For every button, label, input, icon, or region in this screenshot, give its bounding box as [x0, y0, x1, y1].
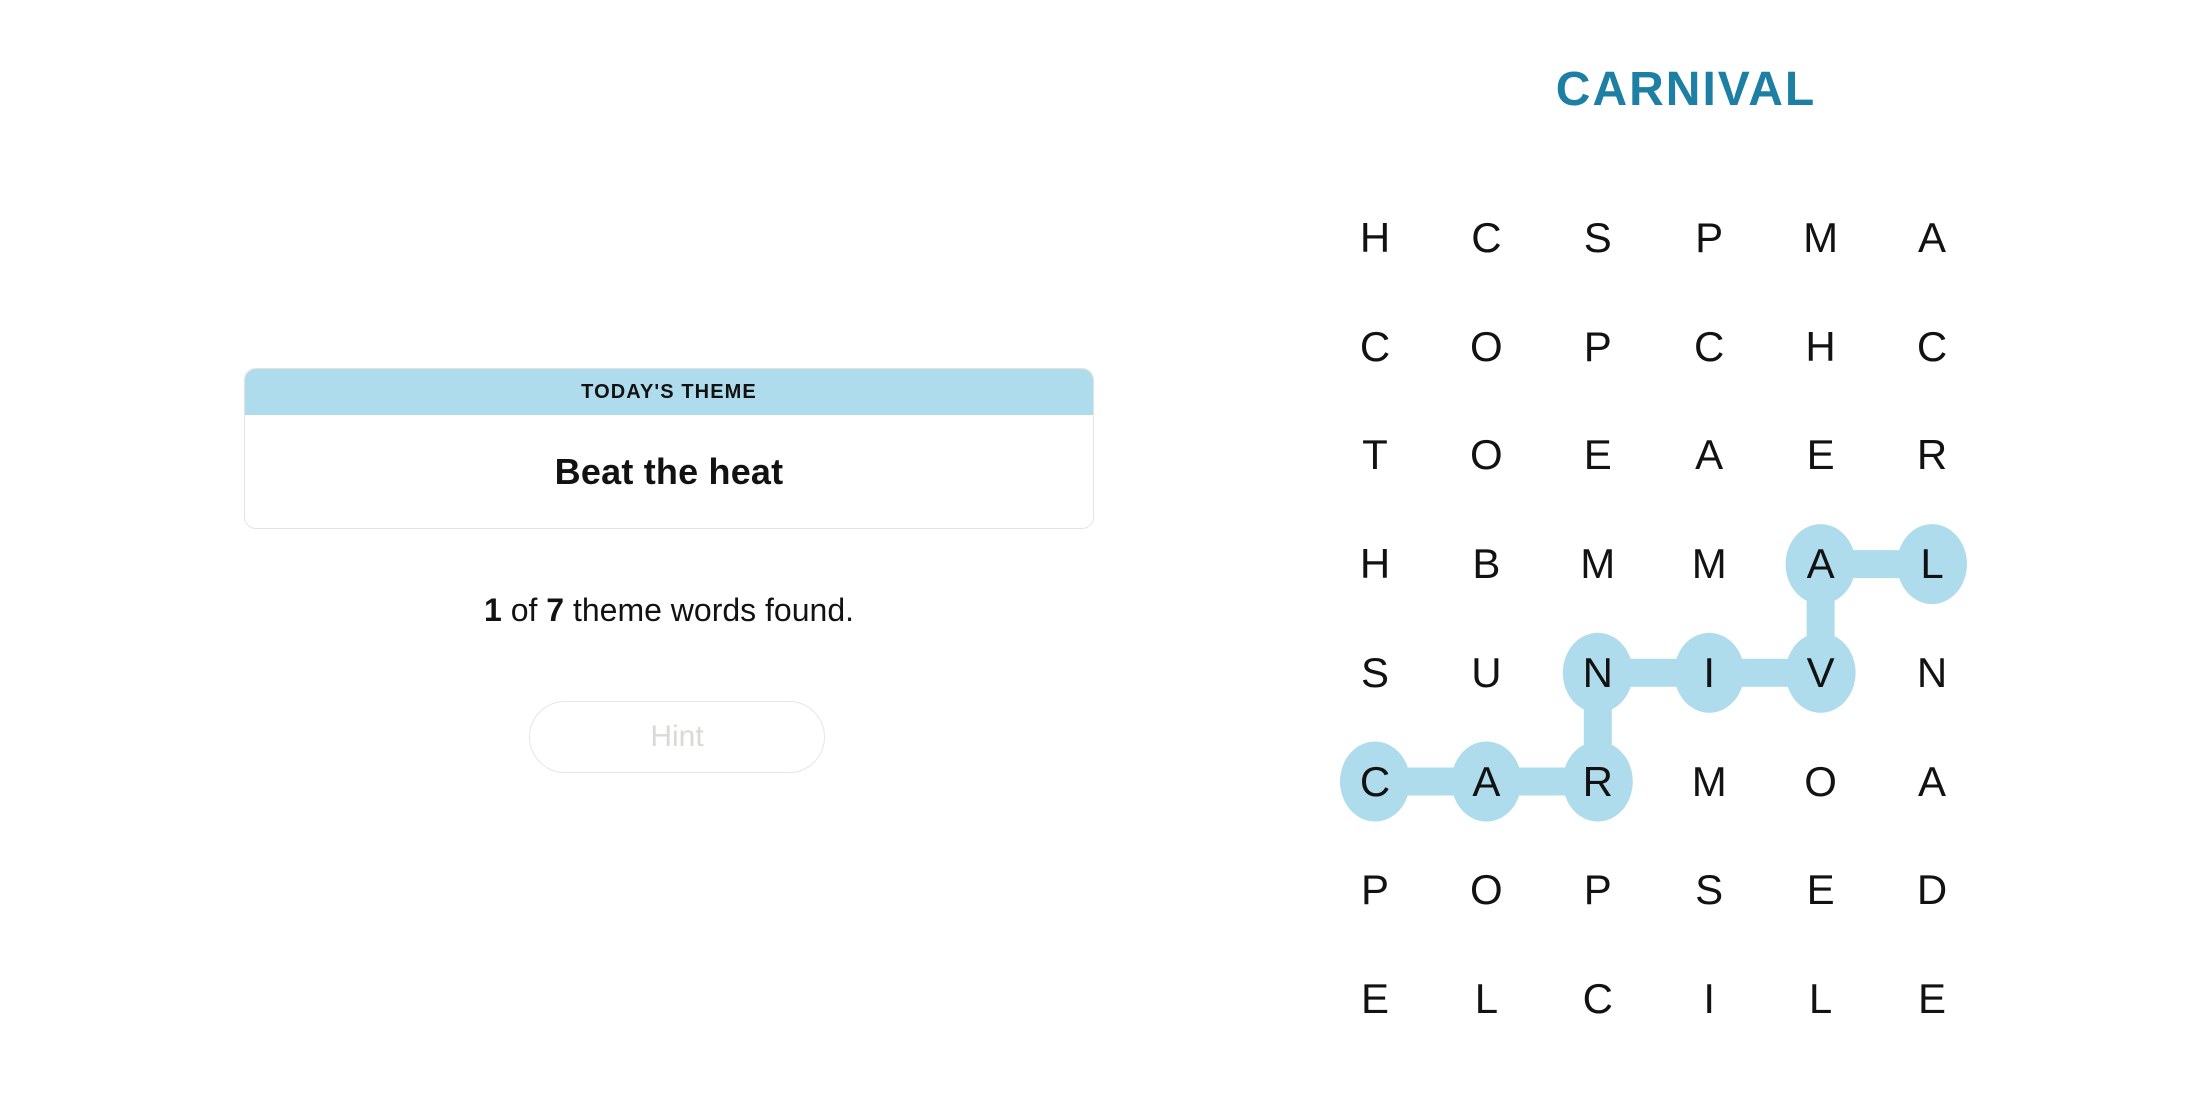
theme-text: Beat the heat [554, 450, 784, 492]
letter-grid[interactable]: HCSPMACOPCHCTOEAERHBMMALSUNIVNCARMOAPOPS… [1330, 0, 2200, 1100]
grid-letter-cell[interactable]: R [1553, 737, 1643, 827]
grid-letter-cell[interactable]: C [1887, 302, 1977, 392]
grid-letter-cell[interactable]: M [1776, 193, 1866, 283]
grid-letter-cell[interactable]: H [1330, 519, 1420, 609]
grid-letter-cell[interactable]: A [1887, 737, 1977, 827]
puzzle-info-panel: TODAY'S THEME Beat the heat 1 of 7 theme… [0, 0, 1330, 1100]
grid-letter-cell[interactable]: M [1664, 737, 1754, 827]
todays-theme-card: TODAY'S THEME Beat the heat [244, 368, 1094, 529]
grid-letter-cell[interactable]: S [1553, 193, 1643, 283]
grid-letter-cell[interactable]: H [1330, 193, 1420, 283]
grid-letter-cell[interactable]: D [1887, 845, 1977, 935]
grid-letter-cell[interactable]: S [1664, 845, 1754, 935]
grid-letter-cell[interactable]: A [1441, 737, 1531, 827]
grid-letter-cell[interactable]: C [1330, 302, 1420, 392]
grid-letter-cell[interactable]: O [1776, 737, 1866, 827]
grid-letter-cell[interactable]: E [1553, 410, 1643, 500]
grid-letter-cell[interactable]: B [1441, 519, 1531, 609]
grid-letter-cell[interactable]: E [1776, 845, 1866, 935]
grid-letter-cell[interactable]: A [1776, 519, 1866, 609]
progress-status: 1 of 7 theme words found. [244, 592, 1094, 629]
grid-letter-cell[interactable]: C [1553, 954, 1643, 1044]
hint-button[interactable]: Hint [529, 701, 825, 773]
grid-letter-cell[interactable]: S [1330, 628, 1420, 718]
grid-letter-cell[interactable]: R [1887, 410, 1977, 500]
grid-letter-cell[interactable]: M [1664, 519, 1754, 609]
theme-card-body: Beat the heat [245, 415, 1093, 528]
grid-letter-cell[interactable]: L [1776, 954, 1866, 1044]
grid-letter-cell[interactable]: C [1664, 302, 1754, 392]
grid-letter-cell[interactable]: A [1664, 410, 1754, 500]
grid-letter-cell[interactable]: V [1776, 628, 1866, 718]
grid-letter-cell[interactable]: P [1553, 845, 1643, 935]
grid-letter-cell[interactable]: I [1664, 628, 1754, 718]
grid-letter-cell[interactable]: O [1441, 845, 1531, 935]
grid-letter-cell[interactable]: A [1887, 193, 1977, 283]
grid-letter-cell[interactable]: H [1776, 302, 1866, 392]
word-search-board-panel: CARNIVAL HCSPMACOPCHCTOEAERHBMMALSUNIVNC… [1330, 0, 2200, 1100]
words-found-count: 1 [484, 592, 502, 628]
grid-letter-cell[interactable]: L [1887, 519, 1977, 609]
grid-letter-cell[interactable]: N [1553, 628, 1643, 718]
grid-letter-cell[interactable]: E [1776, 410, 1866, 500]
grid-letter-cell[interactable]: L [1441, 954, 1531, 1044]
grid-letter-cell[interactable]: T [1330, 410, 1420, 500]
grid-letter-cell[interactable]: O [1441, 410, 1531, 500]
progress-suffix-text: theme words found. [564, 592, 854, 628]
progress-of-text: of [501, 592, 547, 628]
grid-letter-cell[interactable]: U [1441, 628, 1531, 718]
grid-letter-cell[interactable]: C [1441, 193, 1531, 283]
grid-letter-cell[interactable]: N [1887, 628, 1977, 718]
grid-letter-cell[interactable]: I [1664, 954, 1754, 1044]
words-total-count: 7 [546, 592, 565, 628]
grid-letter-cell[interactable]: E [1887, 954, 1977, 1044]
grid-letter-cell[interactable]: P [1330, 845, 1420, 935]
grid-letter-cell[interactable]: P [1664, 193, 1754, 283]
grid-letter-cell[interactable]: E [1330, 954, 1420, 1044]
grid-letter-cell[interactable]: M [1553, 519, 1643, 609]
grid-letter-cell[interactable]: P [1553, 302, 1643, 392]
grid-letter-cell[interactable]: C [1330, 737, 1420, 827]
grid-letter-cell[interactable]: O [1441, 302, 1531, 392]
theme-card-header: TODAY'S THEME [245, 369, 1093, 415]
